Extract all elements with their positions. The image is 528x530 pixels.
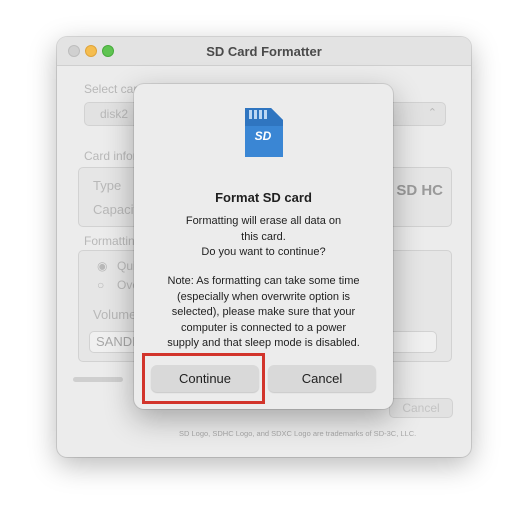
continue-highlight-box: [142, 353, 265, 404]
sdhc-logo: SD HC: [396, 182, 443, 199]
overwrite-format-radio[interactable]: ○: [97, 278, 104, 292]
main-cancel-label: Cancel: [402, 401, 440, 415]
dialog-note-line: supply and that sleep mode is disabled.: [167, 337, 360, 349]
dialog-note-line: selected), please make sure that your: [171, 306, 356, 318]
type-label: Type: [93, 178, 122, 193]
quick-format-radio[interactable]: ◉: [97, 259, 107, 273]
sd-card-icon: SD: [245, 108, 283, 157]
cancel-button[interactable]: Cancel: [268, 365, 376, 392]
dialog-note-line: computer is connected to a power: [180, 321, 347, 334]
main-cancel-button[interactable]: Cancel: [389, 398, 453, 418]
chevron-updown-icon: ⌃: [427, 107, 437, 119]
dialog-message: Formatting will erase all data on this c…: [150, 214, 377, 261]
title-bar: SD Card Formatter: [57, 37, 471, 66]
sd-card-icon-text: SD: [255, 129, 272, 143]
dialog-note: Note: As formatting can take some time (…: [150, 274, 377, 352]
dialog-message-line: this card.: [241, 230, 286, 243]
dialog-note-line: Note: As formatting can take some time: [167, 275, 360, 287]
window-title: SD Card Formatter: [206, 44, 322, 59]
progress-bar: [73, 377, 123, 382]
dialog-message-line: Formatting will erase all data on: [185, 215, 342, 227]
dialog-title: Format SD card: [215, 190, 312, 205]
dialog-note-line: (especially when overwrite option is: [176, 290, 351, 303]
dialog-message-line: Do you want to continue?: [201, 246, 326, 258]
trademark-note: SD Logo, SDHC Logo, and SDXC Logo are tr…: [179, 429, 417, 438]
card-select-value: disk2: [100, 107, 129, 121]
